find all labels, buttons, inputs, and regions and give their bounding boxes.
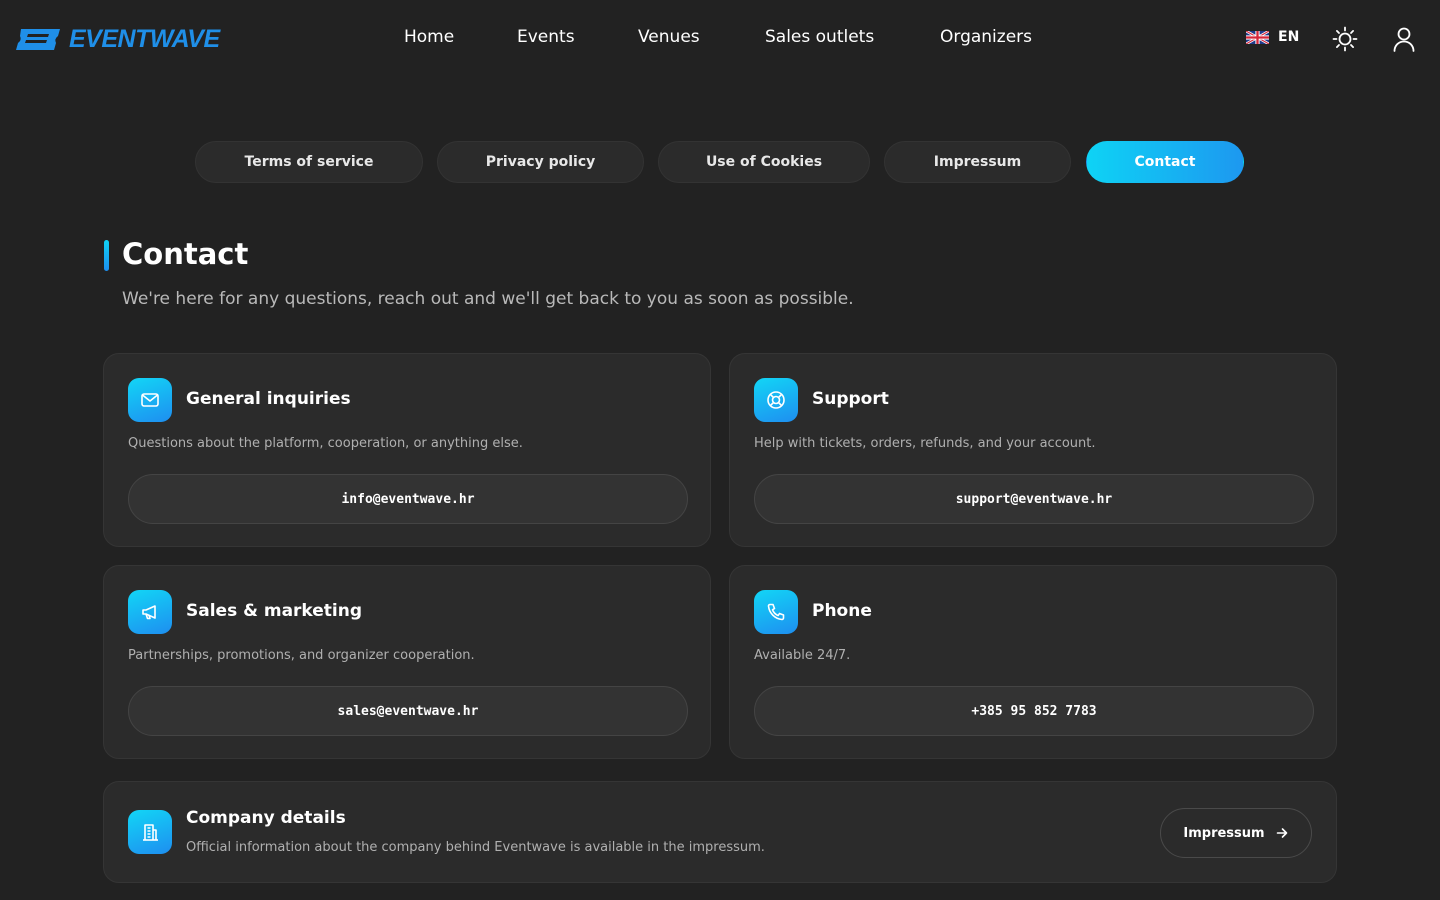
tab-use-of-cookies[interactable]: Use of Cookies — [658, 141, 870, 183]
building-icon — [143, 824, 158, 841]
email-link-sales[interactable]: sales@eventwave.hr — [128, 686, 688, 736]
language-selector[interactable]: EN — [1246, 29, 1299, 45]
sun-icon — [1332, 26, 1358, 52]
card-description: Official information about the company b… — [186, 840, 765, 855]
tab-privacy-policy[interactable]: Privacy policy — [437, 141, 644, 183]
nav-link-sales-outlets[interactable]: Sales outlets — [765, 27, 874, 47]
email-link-support[interactable]: support@eventwave.hr — [754, 474, 1314, 524]
card-icon-badge — [128, 590, 172, 634]
card-description: Questions about the platform, cooperatio… — [128, 436, 523, 451]
card-title: Phone — [812, 601, 872, 621]
page-title: Contact — [122, 237, 249, 271]
card-icon-badge — [754, 590, 798, 634]
contact-card-support: Support Help with tickets, orders, refun… — [729, 353, 1337, 547]
theme-toggle-button[interactable] — [1330, 24, 1360, 54]
card-icon-badge — [128, 810, 172, 854]
tab-contact[interactable]: Contact — [1086, 141, 1244, 183]
uk-flag-icon — [1246, 30, 1269, 44]
language-code: EN — [1278, 29, 1300, 45]
card-title: Support — [812, 389, 889, 409]
card-description: Available 24/7. — [754, 648, 851, 663]
nav-link-venues[interactable]: Venues — [638, 27, 700, 47]
tab-impressum[interactable]: Impressum — [884, 141, 1071, 183]
arrow-right-icon — [1276, 828, 1287, 838]
card-title: Sales & marketing — [186, 601, 363, 621]
impressum-button-label: Impressum — [1183, 825, 1265, 841]
nav-link-home[interactable]: Home — [404, 27, 454, 47]
card-description: Help with tickets, orders, refunds, and … — [754, 436, 1096, 451]
contact-card-phone: Phone Available 24/7. +385 95 852 7783 — [729, 565, 1337, 759]
mail-icon — [141, 393, 159, 407]
impressum-button[interactable]: Impressum — [1160, 808, 1312, 858]
phone-link[interactable]: +385 95 852 7783 — [754, 686, 1314, 736]
card-description: Partnerships, promotions, and organizer … — [128, 648, 475, 663]
page-subtitle: We're here for any questions, reach out … — [122, 289, 854, 309]
account-button[interactable] — [1389, 24, 1419, 54]
nav-link-organizers[interactable]: Organizers — [940, 27, 1032, 47]
card-title: General inquiries — [186, 389, 351, 409]
phone-icon — [767, 603, 785, 621]
navbar: EVENTWAVE Home Events Venues Sales outle… — [0, 0, 1440, 78]
contact-card-general: General inquiries Questions about the pl… — [103, 353, 711, 547]
card-icon-badge — [128, 378, 172, 422]
heading-accent-bar — [104, 240, 109, 271]
megaphone-icon — [142, 605, 156, 620]
card-icon-badge — [754, 378, 798, 422]
main-nav: Home Events Venues Sales outlets Organiz… — [0, 27, 1440, 51]
contact-card-sales: Sales & marketing Partnerships, promotio… — [103, 565, 711, 759]
email-link-general[interactable]: info@eventwave.hr — [128, 474, 688, 524]
card-title: Company details — [186, 808, 346, 828]
nav-link-events[interactable]: Events — [517, 27, 575, 47]
tab-terms-of-service[interactable]: Terms of service — [195, 141, 423, 183]
lifebuoy-icon — [767, 391, 785, 409]
company-details-card: Company details Official information abo… — [103, 781, 1337, 883]
user-icon — [1393, 27, 1415, 52]
